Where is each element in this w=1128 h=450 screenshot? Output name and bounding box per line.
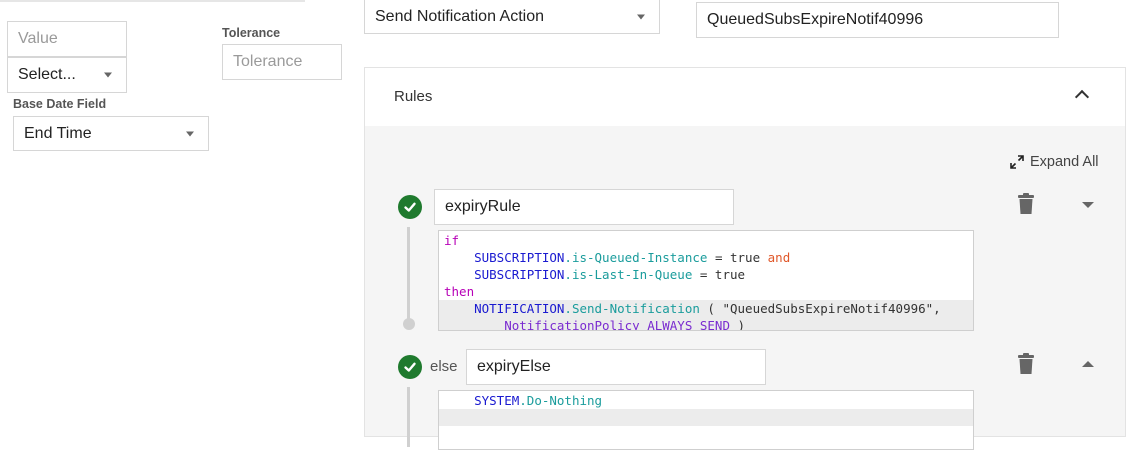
expand-icon: [1010, 155, 1024, 169]
tolerance-label: Tolerance: [222, 26, 281, 40]
code-prop: .is-Queued-Instance: [564, 250, 708, 265]
code-prop: .Send-Notification: [564, 301, 700, 316]
tolerance-input[interactable]: Tolerance: [222, 44, 342, 80]
else-valid-check-icon: [398, 355, 422, 379]
expand-all-button[interactable]: Expand All: [1010, 154, 1099, 170]
else-name-input[interactable]: expiryElse: [466, 349, 766, 385]
code-obj: SUBSCRIPTION: [474, 250, 565, 265]
expand-rule-chevron-icon[interactable]: [1082, 202, 1094, 208]
action-select-value: Send Notification Action: [375, 7, 544, 25]
else-label: else: [430, 358, 458, 375]
chevron-down-icon: [186, 131, 194, 136]
rules-panel-title: Rules: [394, 88, 433, 105]
rule-valid-check-icon: [398, 195, 422, 219]
else-name-value: expiryElse: [477, 358, 551, 375]
operator-select[interactable]: Select...: [7, 57, 127, 93]
code-and: and: [767, 250, 791, 265]
else-connector-line: [407, 387, 410, 447]
delete-rule-trash-icon[interactable]: [1017, 193, 1035, 215]
operator-select-value: Select...: [18, 66, 76, 83]
base-date-select[interactable]: End Time: [13, 116, 209, 151]
base-date-label: Base Date Field: [13, 97, 107, 111]
code-policy: NotificationPolicy ALWAYS SEND: [504, 318, 730, 331]
code-prop: .Do-Nothing: [519, 393, 603, 408]
notification-name-value: QueuedSubsExpireNotif40996: [707, 11, 924, 28]
expand-all-label: Expand All: [1030, 154, 1099, 170]
collapse-else-chevron-icon[interactable]: [1082, 361, 1094, 367]
rules-panel-header[interactable]: Rules: [365, 68, 1125, 126]
code-obj: SUBSCRIPTION: [474, 267, 565, 282]
code-obj: SYSTEM: [474, 393, 520, 408]
code-prop: .is-Last-In-Queue: [564, 267, 693, 282]
code-cursor-line: [439, 409, 973, 426]
code-eq: = true: [692, 267, 746, 282]
rule-name-input[interactable]: expiryRule: [434, 189, 734, 225]
code-if: if: [444, 233, 460, 248]
base-date-value: End Time: [24, 124, 92, 142]
chevron-down-icon: [104, 72, 112, 78]
notification-name-input[interactable]: QueuedSubsExpireNotif40996: [696, 2, 1059, 38]
chevron-down-icon: [637, 14, 645, 19]
code-obj: NOTIFICATION: [474, 301, 565, 316]
code-args: ( "QueuedSubsExpireNotif40996",: [699, 301, 941, 316]
value-placeholder: Value: [18, 30, 58, 47]
rules-panel: Rules Expand All expiryRule if SUBSCRIPT…: [364, 67, 1126, 450]
tolerance-placeholder: Tolerance: [233, 53, 303, 70]
action-select[interactable]: Send Notification Action: [364, 0, 660, 34]
rule-connector-dot: [403, 318, 415, 330]
top-divider: [0, 0, 305, 2]
delete-else-trash-icon[interactable]: [1017, 353, 1035, 375]
rule-connector-line: [407, 227, 410, 320]
rule-code-editor[interactable]: if SUBSCRIPTION.is-Queued-Instance = tru…: [438, 230, 974, 331]
else-code-editor[interactable]: SYSTEM.Do-Nothing: [438, 390, 974, 450]
code-close: ): [730, 318, 746, 331]
collapse-chevron-icon[interactable]: [1074, 89, 1090, 105]
code-eq: = true: [707, 250, 768, 265]
value-input[interactable]: Value: [7, 21, 127, 57]
code-then: then: [444, 284, 475, 299]
rule-name-value: expiryRule: [445, 198, 521, 215]
